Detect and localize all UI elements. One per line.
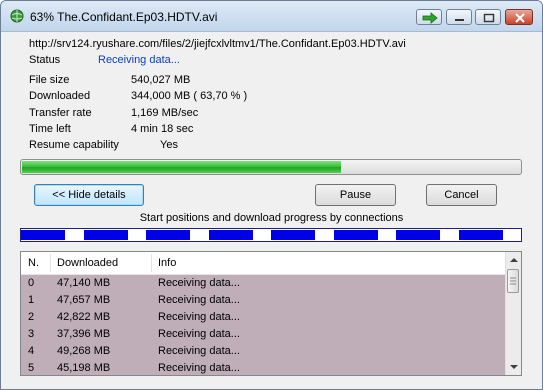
download-progress-fill xyxy=(22,161,341,173)
cell-info: Receiving data... xyxy=(158,294,240,306)
column-header-downloaded[interactable]: Downloaded xyxy=(50,252,151,274)
column-header-number[interactable]: N. xyxy=(21,252,50,274)
cell-info: Receiving data... xyxy=(158,311,240,323)
vertical-scrollbar[interactable] xyxy=(505,252,521,375)
cell-n: 4 xyxy=(28,345,35,357)
list-item[interactable]: 0 47,140 MB Receiving data... xyxy=(21,275,506,292)
connections-progress-strip xyxy=(20,228,522,242)
column-header-info[interactable]: Info xyxy=(151,252,451,274)
app-globe-icon xyxy=(9,9,25,23)
cell-downloaded: 49,268 MB xyxy=(57,345,111,357)
status-label: Status xyxy=(29,54,61,66)
cell-n: 1 xyxy=(28,294,35,306)
cell-n: 5 xyxy=(28,362,35,374)
scrollbar-thumb[interactable] xyxy=(507,269,519,293)
cell-info: Receiving data... xyxy=(158,345,240,357)
title-bar[interactable]: 63% The.Confidant.Ep03.HDTV.avi xyxy=(1,1,542,32)
cell-downloaded: 42,822 MB xyxy=(57,311,111,323)
file-size-label: File size xyxy=(29,74,70,86)
transfer-rate-value: 1,169 MB/sec xyxy=(131,107,199,119)
list-header: N. Downloaded Info xyxy=(21,252,506,275)
scroll-up-arrow-icon[interactable] xyxy=(506,252,521,268)
connection-segment xyxy=(209,230,253,240)
download-progress-window: 63% The.Confidant.Ep03.HDTV.avi http://s… xyxy=(0,0,543,390)
cell-downloaded: 47,657 MB xyxy=(57,294,111,306)
cell-info: Receiving data... xyxy=(158,328,240,340)
downloaded-value: 344,000 MB ( 63,70 % ) xyxy=(131,90,248,102)
list-item[interactable]: 2 42,822 MB Receiving data... xyxy=(21,309,506,326)
download-url: http://srv124.ryushare.com/files/2/jiejf… xyxy=(29,38,406,50)
connection-segment xyxy=(146,230,190,240)
transfer-rate-label: Transfer rate xyxy=(29,107,92,119)
cell-n: 0 xyxy=(28,277,35,289)
window-title: 63% The.Confidant.Ep03.HDTV.avi xyxy=(30,10,218,24)
hide-to-tray-button[interactable] xyxy=(416,9,442,25)
minimize-button[interactable] xyxy=(446,9,472,25)
connection-segment xyxy=(21,230,65,240)
time-left-value: 4 min 18 sec xyxy=(131,123,194,135)
cell-downloaded: 47,140 MB xyxy=(57,277,111,289)
list-body: 0 47,140 MB Receiving data... 1 47,657 MB Rec… xyxy=(21,275,506,375)
download-progress-bar xyxy=(20,159,522,175)
cell-info: Receiving data... xyxy=(158,277,240,289)
cell-downloaded: 37,396 MB xyxy=(57,328,111,340)
close-button[interactable] xyxy=(505,9,533,25)
scroll-down-arrow-icon[interactable] xyxy=(506,359,521,375)
cell-n: 2 xyxy=(28,311,35,323)
connections-caption: Start positions and download progress by… xyxy=(139,212,404,224)
connection-segment xyxy=(84,230,128,240)
connection-segment xyxy=(396,230,440,240)
downloaded-label: Downloaded xyxy=(29,90,91,102)
file-size-value: 540,027 MB xyxy=(131,74,191,86)
maximize-button[interactable] xyxy=(475,9,501,25)
list-item[interactable]: 5 45,198 MB Receiving data... xyxy=(21,360,506,375)
status-value: Receiving data... xyxy=(98,54,180,66)
time-left-label: Time left xyxy=(29,123,71,135)
cell-info: Receiving data... xyxy=(158,362,240,374)
resume-capability-label: Resume capability xyxy=(29,139,119,151)
list-item[interactable]: 4 49,268 MB Receiving data... xyxy=(21,343,506,360)
resume-capability-value: Yes xyxy=(160,139,178,151)
cancel-button[interactable]: Cancel xyxy=(426,184,497,206)
connection-segment xyxy=(459,230,503,240)
cell-n: 3 xyxy=(28,328,35,340)
list-item[interactable]: 3 37,396 MB Receiving data... xyxy=(21,326,506,343)
hide-details-button[interactable]: << Hide details xyxy=(34,184,144,206)
connection-segment xyxy=(334,230,378,240)
connection-segment xyxy=(271,230,315,240)
list-item[interactable]: 1 47,657 MB Receiving data... xyxy=(21,292,506,309)
details-panel: http://srv124.ryushare.com/files/2/jiejf… xyxy=(1,32,542,389)
cell-downloaded: 45,198 MB xyxy=(57,362,111,374)
pause-button[interactable]: Pause xyxy=(315,184,396,206)
connections-list: N. Downloaded Info 0 47,140 MB Receiving d… xyxy=(20,251,522,376)
